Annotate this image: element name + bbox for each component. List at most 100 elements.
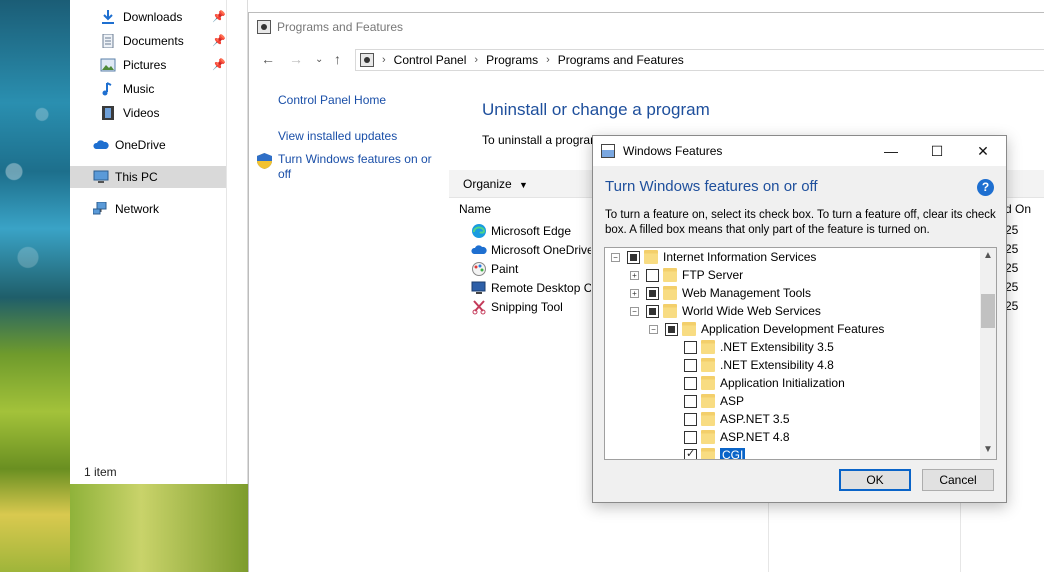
scrollbar-thumb[interactable] xyxy=(981,294,995,328)
folder-icon xyxy=(644,250,658,264)
recent-chevron-icon[interactable]: ⌄ xyxy=(315,54,323,65)
program-row[interactable]: Snipping Tool xyxy=(471,299,591,315)
feature-item-aspnet35[interactable]: ASP.NET 3.5 xyxy=(668,410,790,428)
address-bar[interactable]: › Control Panel › Programs › Programs an… xyxy=(355,49,1044,71)
remote-desktop-icon xyxy=(471,281,486,294)
program-row[interactable]: Microsoft Edge xyxy=(471,223,591,239)
feature-item-web-mgmt[interactable]: + Web Management Tools xyxy=(630,284,811,302)
feature-checkbox[interactable] xyxy=(646,304,659,318)
feature-checkbox[interactable] xyxy=(684,340,697,354)
nav-item-network[interactable]: Network xyxy=(70,198,226,220)
feature-checkbox[interactable] xyxy=(684,394,697,408)
snipping-tool-icon xyxy=(472,300,486,315)
turn-windows-features-link[interactable]: Turn Windows features on or off xyxy=(278,152,438,182)
program-row[interactable]: Paint xyxy=(471,261,591,277)
dialog-titlebar[interactable]: Windows Features — ☐ ✕ xyxy=(593,136,1006,166)
folder-icon xyxy=(682,322,696,336)
scroll-up-icon[interactable]: ▲ xyxy=(983,250,993,261)
music-icon xyxy=(102,82,112,96)
nav-item-this-pc[interactable]: This PC xyxy=(70,166,226,188)
scroll-down-icon[interactable]: ▼ xyxy=(983,444,993,455)
feature-item-cgi[interactable]: CGI xyxy=(668,446,746,460)
forward-arrow-icon[interactable]: → xyxy=(289,51,303,67)
folder-icon xyxy=(663,304,677,318)
feature-item-www[interactable]: − World Wide Web Services xyxy=(630,302,821,320)
nav-item-documents[interactable]: Documents 📌 xyxy=(70,30,226,52)
tree-scrollbar[interactable]: ▲ ▼ xyxy=(980,248,996,459)
back-arrow-icon[interactable]: ← xyxy=(261,51,275,67)
folder-icon xyxy=(663,286,677,300)
breadcrumb-separator-icon: › xyxy=(474,54,479,66)
feature-checkbox[interactable] xyxy=(684,412,697,426)
feature-label: Application Development Features xyxy=(701,322,885,336)
program-row[interactable]: Microsoft OneDrive xyxy=(471,242,591,258)
windows-features-dialog: Windows Features — ☐ ✕ Turn Windows feat… xyxy=(592,135,1007,503)
help-icon[interactable]: ? xyxy=(977,179,994,196)
feature-item-netext35[interactable]: .NET Extensibility 3.5 xyxy=(668,338,834,356)
ok-button[interactable]: OK xyxy=(839,469,911,491)
feature-item-app-dev[interactable]: − Application Development Features xyxy=(649,320,884,338)
view-installed-updates-link[interactable]: View installed updates xyxy=(278,129,397,143)
collapse-icon[interactable]: − xyxy=(649,324,658,334)
feature-checkbox[interactable] xyxy=(646,268,659,282)
desktop-wallpaper-lower xyxy=(70,484,248,572)
breadcrumb-programs[interactable]: Programs xyxy=(486,53,538,67)
window-title: Programs and Features xyxy=(257,20,403,34)
maximize-icon[interactable]: ☐ xyxy=(914,140,960,162)
feature-checkbox[interactable] xyxy=(665,322,678,336)
dialog-heading: Turn Windows features on or off xyxy=(605,178,818,195)
collapse-icon[interactable]: − xyxy=(630,306,639,316)
feature-item-app-init[interactable]: Application Initialization xyxy=(668,374,845,392)
feature-checkbox[interactable] xyxy=(684,358,697,372)
nav-item-downloads[interactable]: Downloads 📌 xyxy=(70,6,226,28)
feature-checkbox[interactable] xyxy=(684,376,697,390)
breadcrumb-programs-features[interactable]: Programs and Features xyxy=(558,53,684,67)
up-arrow-icon[interactable]: ↑ xyxy=(334,51,341,67)
control-panel-home-link[interactable]: Control Panel Home xyxy=(278,93,386,107)
pictures-icon xyxy=(100,58,116,72)
program-name: Remote Desktop Co xyxy=(491,281,591,295)
collapse-icon[interactable]: − xyxy=(611,252,620,262)
feature-checkbox[interactable] xyxy=(684,430,697,444)
nav-item-label: This PC xyxy=(115,170,158,184)
expand-icon[interactable]: + xyxy=(630,288,639,298)
expand-icon[interactable]: + xyxy=(630,270,639,280)
pin-icon: 📌 xyxy=(212,35,226,47)
column-header-installed-on[interactable]: d On xyxy=(1005,202,1031,216)
program-name: Microsoft Edge xyxy=(491,224,572,238)
nav-item-pictures[interactable]: Pictures 📌 xyxy=(70,54,226,76)
feature-label: ASP xyxy=(720,394,745,408)
program-row[interactable]: Remote Desktop Co xyxy=(471,280,591,296)
feature-item-aspnet48[interactable]: ASP.NET 4.8 xyxy=(668,428,790,446)
feature-checkbox[interactable] xyxy=(627,250,640,264)
nav-item-videos[interactable]: Videos xyxy=(70,102,226,124)
breadcrumb-control-panel[interactable]: Control Panel xyxy=(394,53,467,67)
minimize-icon[interactable]: — xyxy=(868,140,914,162)
features-tree[interactable]: − Internet Information Services + FTP Se… xyxy=(604,247,997,460)
cancel-button[interactable]: Cancel xyxy=(922,469,994,491)
desktop-wallpaper xyxy=(0,0,70,572)
feature-label: CGI xyxy=(720,448,746,460)
feature-label: World Wide Web Services xyxy=(682,304,821,318)
column-header-name[interactable]: Name xyxy=(459,202,491,216)
folder-icon xyxy=(701,394,715,408)
installed-date: 25 xyxy=(1005,280,1019,294)
folder-icon xyxy=(701,412,715,426)
organize-button[interactable]: Organize ▼ xyxy=(463,177,528,191)
close-icon[interactable]: ✕ xyxy=(960,140,1006,162)
onedrive-icon xyxy=(471,245,487,254)
page-description: To uninstall a program xyxy=(482,133,592,147)
windows-features-icon xyxy=(601,144,615,158)
feature-item-iis[interactable]: − Internet Information Services xyxy=(611,248,816,266)
nav-item-music[interactable]: Music xyxy=(70,78,226,100)
feature-checkbox[interactable] xyxy=(646,286,659,300)
organize-label: Organize xyxy=(463,177,512,191)
feature-item-ftp[interactable]: + FTP Server xyxy=(630,266,743,284)
feature-label: .NET Extensibility 3.5 xyxy=(720,340,834,354)
feature-checkbox[interactable] xyxy=(684,447,697,459)
nav-item-label: OneDrive xyxy=(115,138,166,152)
feature-item-asp[interactable]: ASP xyxy=(668,392,744,410)
program-name: Snipping Tool xyxy=(491,300,563,314)
nav-item-onedrive[interactable]: OneDrive xyxy=(70,134,226,156)
feature-item-netext48[interactable]: .NET Extensibility 4.8 xyxy=(668,356,834,374)
